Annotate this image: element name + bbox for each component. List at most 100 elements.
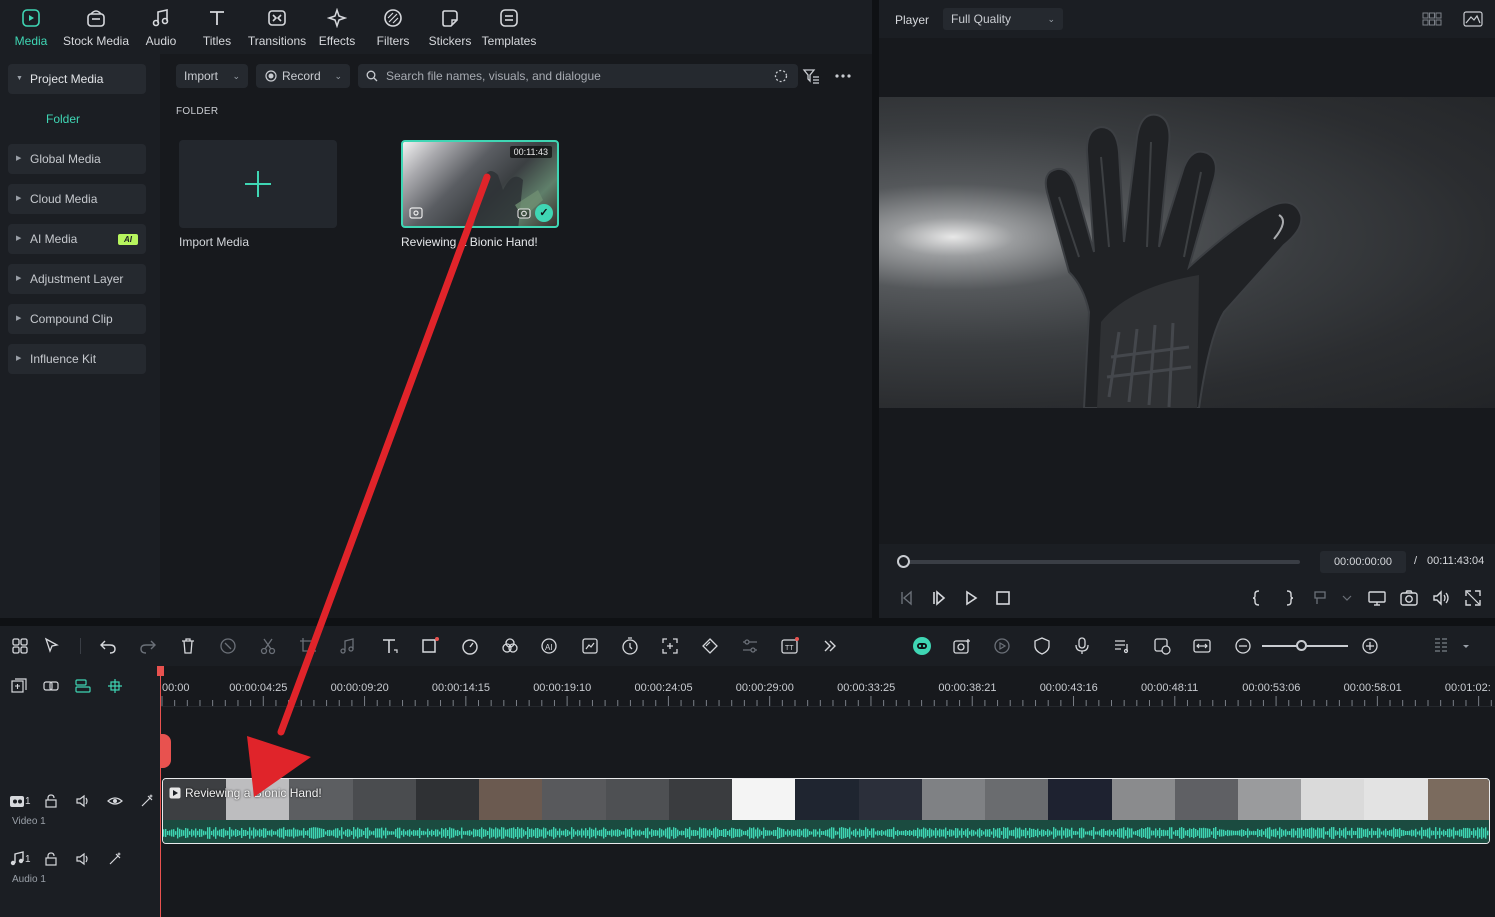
zoom-out-icon[interactable] [1233,636,1253,656]
redo-icon[interactable] [138,636,158,656]
sidebar-item-compound-clip[interactable]: ▶ Compound Clip [8,304,146,334]
timeline-area[interactable]: 00:00 00:00:04:25 00:00:09:20 00:00:14:15 00… [157,666,1495,917]
track-lock-icon[interactable] [43,851,59,867]
crop-icon[interactable] [298,636,318,656]
chevron-down-icon[interactable] [1337,588,1357,608]
play-icon[interactable] [961,588,981,608]
display-monitor-icon[interactable] [1367,588,1387,608]
speed-icon[interactable] [460,636,480,656]
ai-search-sparkle-icon[interactable] [774,69,788,83]
text-title-icon[interactable] [380,636,400,656]
time-separator: / [1414,555,1418,567]
sidebar-item-ai-media[interactable]: ▶ AI Media AI [8,224,146,254]
color-circles-icon[interactable] [500,636,520,656]
add-media-camera-icon[interactable] [952,636,972,656]
snap-auto-highlight-icon[interactable] [107,678,123,694]
import-media-tile[interactable] [179,140,337,228]
preview-frame [879,97,1495,408]
add-track-icon[interactable] [11,678,27,694]
track-ai-magic-icon[interactable] [139,793,155,809]
layout-grid-icon[interactable] [10,636,30,656]
timer-icon[interactable] [620,636,640,656]
total-time-display: 00:11:43:04 [1427,555,1485,567]
media-clip-thumbnail[interactable]: 00:11:43 ✓ [401,140,559,228]
toolbar-media-tab[interactable]: Media [0,6,66,50]
track-mute-speaker-icon[interactable] [75,793,91,809]
snapshot-camera-icon[interactable] [1399,588,1419,608]
stop-icon[interactable] [993,588,1013,608]
voiceover-list-icon[interactable] [1112,636,1132,656]
playhead-marker[interactable] [157,666,164,676]
import-dropdown-button[interactable]: Import ⌄ [176,64,248,88]
track-mute-speaker-icon[interactable] [75,851,91,867]
auto-caption-icon[interactable]: TT [780,636,800,656]
toolbar-item-label: Effects [318,34,356,48]
record-dropdown-button[interactable]: Record ⌄ [256,64,350,88]
sidebar-folder-item[interactable]: Folder [46,112,80,126]
video-clip[interactable]: Reviewing a Bionic Hand! [162,778,1490,844]
playhead-handle[interactable] [160,734,171,768]
auto-sync-icon[interactable] [1152,636,1172,656]
sidebar-item-cloud-media[interactable]: ▶ Cloud Media [8,184,146,214]
insert-clip-icon[interactable] [1311,588,1331,608]
playback-progress-knob[interactable] [897,555,910,568]
ai-audio-icon[interactable]: AI [540,636,560,656]
volume-icon[interactable] [1431,588,1451,608]
keyframe-icon[interactable] [700,636,720,656]
select-pointer-icon[interactable] [42,636,62,656]
playhead-line[interactable] [157,666,171,917]
link-clips-icon[interactable] [43,678,59,694]
mark-out-icon[interactable] [1279,588,1299,608]
search-input[interactable] [386,64,766,88]
ruler-divider [160,706,1495,707]
more-options-icon[interactable] [834,73,852,79]
svg-text:TT: TT [785,645,794,652]
magnetic-track-icon[interactable] [75,678,91,694]
scissors-split-icon[interactable] [258,636,278,656]
chevron-down-icon[interactable] [1457,636,1477,656]
microphone-icon[interactable] [1072,636,1092,656]
more-tools-chevron-icon[interactable] [820,636,840,656]
undo-icon[interactable] [98,636,118,656]
next-frame-icon[interactable] [929,588,949,608]
image-scope-icon[interactable] [1463,11,1483,27]
fit-timeline-icon[interactable] [1192,636,1212,656]
shield-mark-icon[interactable] [1032,636,1052,656]
sidebar-item-influence-kit[interactable]: ▶ Influence Kit [8,344,146,374]
zoom-in-icon[interactable] [1360,636,1380,656]
toolbar-stock-media-tab[interactable]: Stock Media [61,6,131,50]
render-preview-icon[interactable] [992,636,1012,656]
zoom-slider-knob[interactable] [1296,640,1307,651]
crop-box-icon[interactable] [420,636,440,656]
grid-view-icon[interactable] [1422,12,1442,26]
timeline-ruler[interactable]: 00:00 00:00:04:25 00:00:09:20 00:00:14:15 00… [160,666,1495,706]
ruler-time-label: 00:00:04:25 [229,682,288,694]
filmstrip-frame [1427,779,1489,820]
sidebar-item-adjustment-layer[interactable]: ▶ Adjustment Layer [8,264,146,294]
track-ai-magic-icon[interactable] [107,851,123,867]
track-visibility-eye-icon[interactable] [107,793,123,809]
playback-progress-track[interactable] [902,560,1300,564]
ai-copilot-icon[interactable] [912,636,932,656]
camera-icon [517,208,531,219]
toolbar-templates-tab[interactable]: Templates [474,6,544,50]
filmstrip-frame [732,779,796,820]
ai-image-edit-icon[interactable] [580,636,600,656]
previous-frame-icon[interactable] [897,588,917,608]
quality-dropdown[interactable]: Full Quality ⌄ [943,8,1063,30]
mark-in-icon[interactable] [1247,588,1267,608]
collapsed-triangle-icon: ▶ [16,235,22,242]
ruler-time-label: 00:00:48:11 [1141,682,1199,694]
ripple-delete-icon[interactable] [218,636,238,656]
sidebar-item-global-media[interactable]: ▶ Global Media [8,144,146,174]
fullscreen-icon[interactable] [1463,588,1483,608]
smart-cutout-icon[interactable] [660,636,680,656]
track-lock-icon[interactable] [43,793,59,809]
audio-music-icon[interactable] [338,636,358,656]
sidebar-item-project-media[interactable]: ▼ Project Media [8,64,146,94]
delete-trash-icon[interactable] [178,636,198,656]
adjust-sliders-icon[interactable] [740,636,760,656]
filter-sort-icon[interactable] [802,67,820,85]
track-layout-icon[interactable] [1432,636,1452,656]
current-time-display[interactable]: 00:00:00:00 [1320,551,1406,573]
